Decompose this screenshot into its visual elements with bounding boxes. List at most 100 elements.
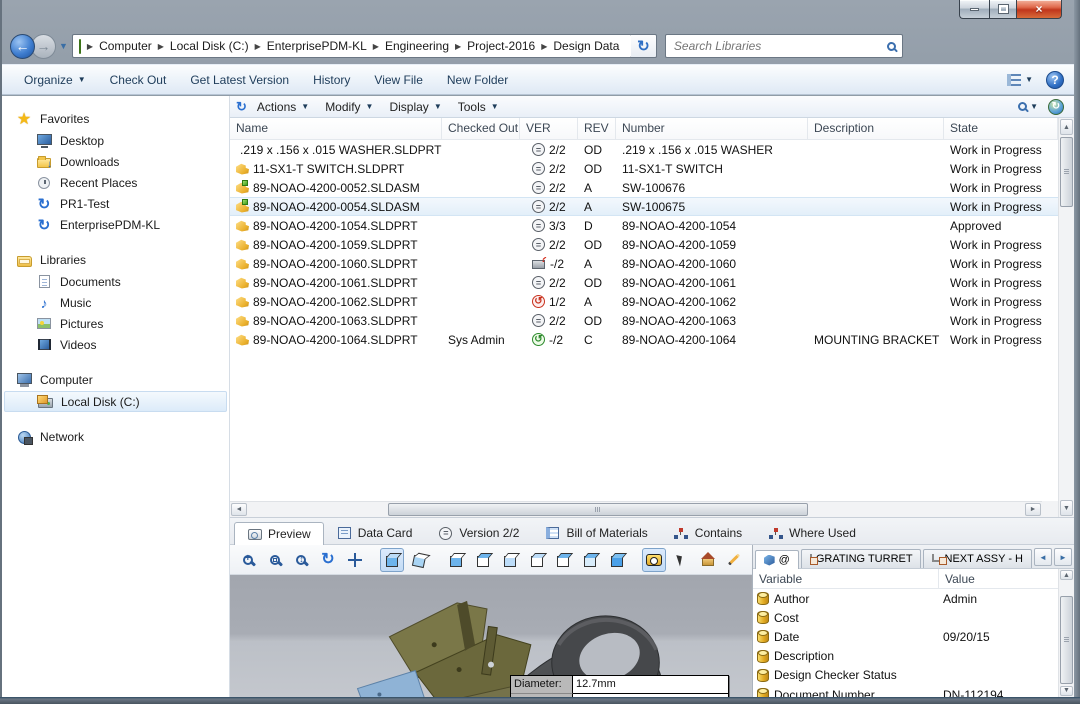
commandbar-item-new-folder[interactable]: New Folder: [435, 69, 520, 91]
breadcrumb-item[interactable]: Engineering: [381, 37, 453, 55]
pdm-refresh-icon[interactable]: ↻: [236, 99, 247, 115]
maximize-button[interactable]: [989, 0, 1017, 19]
column-header-rev[interactable]: REV: [578, 118, 616, 139]
file-row[interactable]: 89-NOAO-4200-1063.SLDPRT=2/2OD89-NOAO-42…: [230, 311, 1058, 330]
tab-bill-of-materials[interactable]: Bill of Materials: [532, 521, 660, 544]
variable-column-header[interactable]: Variable: [753, 569, 939, 588]
variable-row[interactable]: AuthorAdmin: [753, 589, 1058, 608]
config-tab-grating-turret[interactable]: GRATING TURRET: [801, 549, 921, 568]
column-header-state[interactable]: State: [944, 118, 1058, 139]
vertical-scroll-thumb[interactable]: [1060, 137, 1073, 207]
help-button[interactable]: ?: [1046, 71, 1064, 89]
sidebar-item-music[interactable]: ♪Music: [2, 292, 229, 313]
sidebar-item-documents[interactable]: Documents: [2, 271, 229, 292]
tab-data-card[interactable]: Data Card: [324, 521, 426, 544]
pdm-menu-modify[interactable]: Modify▼: [317, 98, 381, 116]
variable-row[interactable]: Cost: [753, 608, 1058, 627]
tab-scroll-right-arrow[interactable]: ►: [1054, 548, 1072, 566]
change-view-button[interactable]: ▼: [1002, 71, 1038, 89]
zoom-fit-button[interactable]: [236, 548, 260, 572]
tab-scroll-left-arrow[interactable]: ◄: [1034, 548, 1052, 566]
sidebar-group-header-computer[interactable]: Computer: [2, 369, 229, 391]
file-row[interactable]: 89-NOAO-4200-1060.SLDPRT-/2A89-NOAO-4200…: [230, 254, 1058, 273]
file-row[interactable]: 89-NOAO-4200-1061.SLDPRT=2/2OD89-NOAO-42…: [230, 273, 1058, 292]
sidebar-item-enterprisepdm-kl[interactable]: ↻EnterprisePDM-KL: [2, 214, 229, 235]
sidebar-group-header-libraries[interactable]: Libraries: [2, 249, 229, 271]
file-list-header[interactable]: NameChecked Out ...VERREVNumberDescripti…: [230, 118, 1058, 140]
sidebar-item-recent-places[interactable]: Recent Places: [2, 172, 229, 193]
tab-preview[interactable]: Preview: [234, 522, 324, 545]
breadcrumb-item[interactable]: Local Disk (C:): [166, 37, 253, 55]
sidebar-item-desktop[interactable]: Desktop: [2, 130, 229, 151]
column-header-ver[interactable]: VER: [520, 118, 578, 139]
file-row[interactable]: 89-NOAO-4200-1064.SLDPRTSys Admin↺-/2C89…: [230, 330, 1058, 349]
commandbar-item-view-file[interactable]: View File: [362, 69, 434, 91]
commandbar-item-check-out[interactable]: Check Out: [98, 69, 179, 91]
home-button[interactable]: [696, 548, 720, 572]
pan-button[interactable]: [343, 548, 367, 572]
pdm-menu-display[interactable]: Display▼: [381, 98, 449, 116]
edit-button[interactable]: [722, 548, 746, 572]
zoom-inout-button[interactable]: [289, 548, 313, 572]
view-left-button[interactable]: [498, 548, 522, 572]
shaded-edges-button[interactable]: [407, 548, 431, 572]
column-header-description[interactable]: Description: [808, 118, 944, 139]
variables-scrollbar[interactable]: ▲ ▼: [1058, 569, 1074, 697]
zoom-area-button[interactable]: [263, 548, 287, 572]
minimize-button[interactable]: [959, 0, 989, 19]
column-header-name[interactable]: Name: [230, 118, 442, 139]
file-row[interactable]: 89-NOAO-4200-1062.SLDPRT↺1/2A89-NOAO-420…: [230, 292, 1058, 311]
address-bar[interactable]: ▶Computer▶Local Disk (C:)▶EnterprisePDM-…: [72, 34, 632, 58]
column-header-checked-out-[interactable]: Checked Out ...: [442, 118, 520, 139]
config-tab-next-assy-h[interactable]: NEXT ASSY - H: [923, 549, 1032, 568]
view-right-button[interactable]: [525, 548, 549, 572]
variables-scroll-down-arrow[interactable]: ▼: [1060, 686, 1073, 696]
pdm-search-button[interactable]: ▼: [1018, 102, 1038, 111]
view-front-button[interactable]: [445, 548, 469, 572]
breadcrumb-item[interactable]: Project-2016: [463, 37, 539, 55]
breadcrumb-item[interactable]: EnterprisePDM-KL: [263, 37, 371, 55]
value-column-header[interactable]: Value: [939, 569, 1058, 588]
horizontal-scrollbar[interactable]: ◄ ►: [230, 501, 1042, 517]
file-row[interactable]: 89-NOAO-4200-1054.SLDPRT=3/3D89-NOAO-420…: [230, 216, 1058, 235]
recent-pages-caret-icon[interactable]: ▼: [59, 41, 68, 51]
view-top-button[interactable]: [551, 548, 575, 572]
scroll-up-arrow[interactable]: ▲: [1060, 119, 1073, 135]
sidebar-item-local-disk-c-[interactable]: Local Disk (C:): [4, 391, 227, 412]
close-button[interactable]: ×: [1017, 0, 1062, 19]
sidebar-item-pictures[interactable]: Pictures: [2, 313, 229, 334]
search-input[interactable]: [672, 38, 887, 54]
pdm-web-refresh-icon[interactable]: ↻: [1048, 99, 1064, 115]
variables-scroll-up-arrow[interactable]: ▲: [1060, 570, 1073, 580]
tab-contains[interactable]: Contains: [661, 521, 755, 544]
measure-button[interactable]: [642, 548, 666, 572]
select-button[interactable]: [669, 548, 693, 572]
sidebar-group-header-favorites[interactable]: ★Favorites: [2, 108, 229, 130]
rotate-button[interactable]: ↻: [316, 548, 340, 572]
search-box[interactable]: [665, 34, 903, 58]
pdm-menu-actions[interactable]: Actions▼: [249, 98, 317, 116]
file-row[interactable]: .219 x .156 x .015 WASHER.SLDPRT=2/2OD.2…: [230, 140, 1058, 159]
scroll-down-arrow[interactable]: ▼: [1060, 500, 1073, 516]
commandbar-item-organize[interactable]: Organize▼: [12, 69, 98, 91]
breadcrumb-item[interactable]: Computer: [95, 37, 156, 55]
variable-row[interactable]: Design Checker Status: [753, 666, 1058, 685]
variable-row[interactable]: Date09/20/15: [753, 627, 1058, 646]
sidebar-item-videos[interactable]: Videos: [2, 334, 229, 355]
scroll-right-arrow[interactable]: ►: [1025, 503, 1041, 516]
vertical-scrollbar[interactable]: ▲ ▼: [1058, 118, 1074, 517]
breadcrumb-item[interactable]: Design Data: [549, 37, 623, 55]
pdm-menu-tools[interactable]: Tools▼: [450, 98, 507, 116]
config-tab-@[interactable]: @: [755, 550, 799, 569]
sidebar-item-pr1-test[interactable]: ↻PR1-Test: [2, 193, 229, 214]
variables-scroll-thumb[interactable]: [1060, 596, 1073, 684]
variable-row[interactable]: Description: [753, 647, 1058, 666]
back-button[interactable]: ←: [10, 34, 35, 59]
file-row[interactable]: 89-NOAO-4200-1059.SLDPRT=2/2OD89-NOAO-42…: [230, 235, 1058, 254]
view-bottom-button[interactable]: [578, 548, 602, 572]
commandbar-item-get-latest-version[interactable]: Get Latest Version: [178, 69, 301, 91]
sidebar-item-downloads[interactable]: Downloads: [2, 151, 229, 172]
view-iso-button[interactable]: [605, 548, 629, 572]
shaded-button[interactable]: [380, 548, 404, 572]
search-icon[interactable]: [887, 42, 896, 51]
